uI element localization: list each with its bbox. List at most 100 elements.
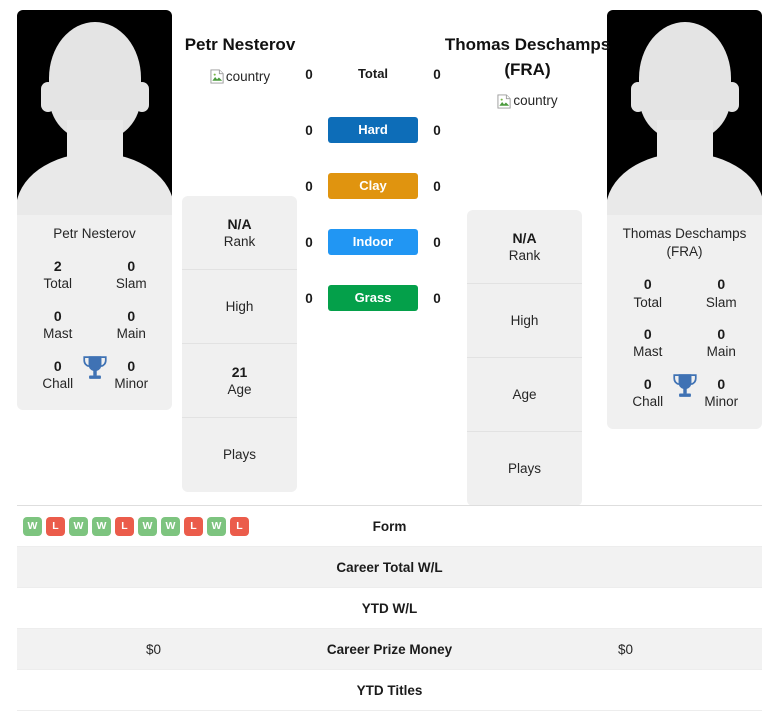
form-badge-loss: L [184, 516, 203, 536]
row-label: YTD W/L [361, 600, 418, 616]
title-stat-label: Slam [115, 276, 147, 292]
surface-left-value: 0 [305, 122, 313, 138]
title-stat-label: Main [116, 326, 146, 342]
country-alt-text: country [225, 68, 271, 84]
form-badge-loss: L [230, 516, 249, 536]
table-row: YTD Titles [17, 670, 762, 711]
row-right-value: $0 [617, 641, 634, 657]
info-cell-high: High [182, 270, 297, 344]
info-cell-rank: N/A Rank [467, 210, 582, 284]
surface-row-grass: 0 Grass 0 [300, 284, 446, 312]
table-row: Career Total W/L [17, 547, 762, 588]
form-badge-win: W [69, 516, 88, 536]
info-column-left: N/A Rank High 21 Age Plays [182, 196, 297, 492]
title-stat-value: 0 [717, 276, 726, 293]
title-stat-label: Total [43, 276, 73, 292]
title-stat-mast: 0 Mast [21, 307, 95, 343]
player-card-name-left: Petr Nesterov [53, 226, 136, 241]
info-label: High [225, 298, 254, 314]
title-stat-mast: 0 Mast [611, 325, 685, 361]
form-badge-win: W [23, 516, 42, 536]
form-badge-win: W [138, 516, 157, 536]
info-label: Plays [222, 447, 256, 463]
surface-label-hard: Hard [328, 117, 418, 143]
surface-right-value: 0 [433, 178, 441, 194]
surface-left-value: 0 [305, 290, 313, 306]
surface-row-indoor: 0 Indoor 0 [300, 228, 446, 256]
player-name-left: Petr Nesterov [184, 35, 296, 54]
title-stat-value: 0 [643, 276, 652, 293]
surface-stats: 0 Total 0 0 Hard 0 0 Clay 0 0 Indoor 0 0 [300, 60, 446, 312]
player-heading-right: Thomas Deschamps (FRA) country [440, 33, 615, 111]
surface-left-value: 0 [305, 178, 313, 194]
row-left-value: WLWWLWWLWL [17, 516, 290, 536]
table-row: YTD W/L [17, 588, 762, 629]
trophy-icon [672, 374, 697, 398]
row-left-value: $0 [145, 641, 162, 657]
broken-image-icon [210, 69, 224, 84]
title-stat-label: Total [633, 294, 663, 310]
table-row: $0 Career Prize Money $0 [17, 629, 762, 670]
info-cell-plays: Plays [182, 418, 297, 492]
info-value: 21 [231, 363, 248, 380]
info-value: N/A [512, 229, 537, 246]
title-stat-slam: 0 Slam [685, 275, 759, 311]
info-cell-high: High [467, 284, 582, 358]
title-stat-value: 0 [643, 326, 652, 343]
form-badge-win: W [161, 516, 180, 536]
title-stat-label: Slam [705, 294, 737, 310]
surface-left-value: 0 [305, 234, 313, 250]
player-heading-left: Petr Nesterov country [175, 33, 305, 86]
titles-grid-right: 0 Total 0 Slam 0 Mast 0 Main 0 Chall 0 M… [607, 269, 762, 428]
title-stat-label: Mast [633, 344, 663, 360]
title-stat-value: 0 [717, 326, 726, 343]
player-photo-right [607, 10, 762, 215]
row-label: Career Total W/L [336, 559, 443, 575]
surface-label-total: Total [357, 66, 389, 81]
player-photo-left [17, 10, 172, 215]
player-card-left: Petr Nesterov 2 Total 0 Slam 0 Mast 0 Ma… [17, 10, 172, 411]
player-name-right: Thomas Deschamps (FRA) [444, 35, 611, 79]
info-cell-age: Age [467, 358, 582, 432]
info-value: N/A [227, 215, 252, 232]
title-stat-slam: 0 Slam [95, 257, 169, 293]
table-row: W L W W L W W L W L Form [17, 506, 762, 547]
title-stat-value: 0 [53, 307, 62, 324]
title-stat-total: 0 Total [611, 275, 685, 311]
trophy-icon [82, 356, 107, 380]
country-flag-right: country [440, 91, 615, 111]
row-label: Career Prize Money [326, 641, 453, 657]
info-cell-rank: N/A Rank [182, 196, 297, 270]
form-badge-win: W [207, 516, 226, 536]
form-badge-loss: L [115, 516, 134, 536]
surface-right-value: 0 [433, 290, 441, 306]
info-label: Age [512, 386, 537, 402]
surface-right-value: 0 [433, 234, 441, 250]
titles-grid-left: 2 Total 0 Slam 0 Mast 0 Main 0 Chall 0 M… [17, 251, 172, 410]
surface-left-value: 0 [305, 66, 313, 82]
info-label: Rank [508, 247, 541, 263]
country-alt-text: country [513, 93, 558, 109]
title-stat-label: Mast [43, 326, 73, 342]
surface-label-clay: Clay [328, 173, 418, 199]
surface-label-indoor: Indoor [328, 229, 418, 255]
country-flag-left: country [175, 67, 305, 87]
title-stat-value: 2 [53, 258, 62, 275]
surface-right-value: 0 [433, 66, 441, 82]
avatar-silhouette-icon [607, 10, 762, 215]
row-label: Form [372, 518, 407, 534]
info-label: Rank [223, 233, 256, 249]
info-column-right: N/A Rank High Age Plays [467, 210, 582, 506]
title-stat-main: 0 Main [685, 325, 759, 361]
title-stat-main: 0 Main [95, 307, 169, 343]
player-comparison-page: Petr Nesterov 2 Total 0 Slam 0 Mast 0 Ma… [0, 0, 779, 719]
title-stat-value: 0 [127, 258, 136, 275]
broken-image-icon [497, 94, 511, 109]
surface-right-value: 0 [433, 122, 441, 138]
avatar-silhouette-icon [17, 10, 172, 215]
player-card-name-right: Thomas Deschamps (FRA) [622, 226, 747, 260]
comparison-header-area: Petr Nesterov 2 Total 0 Slam 0 Mast 0 Ma… [0, 0, 779, 506]
info-label: Age [227, 381, 252, 397]
surface-label-grass: Grass [328, 285, 418, 311]
row-label: YTD Titles [356, 682, 423, 698]
